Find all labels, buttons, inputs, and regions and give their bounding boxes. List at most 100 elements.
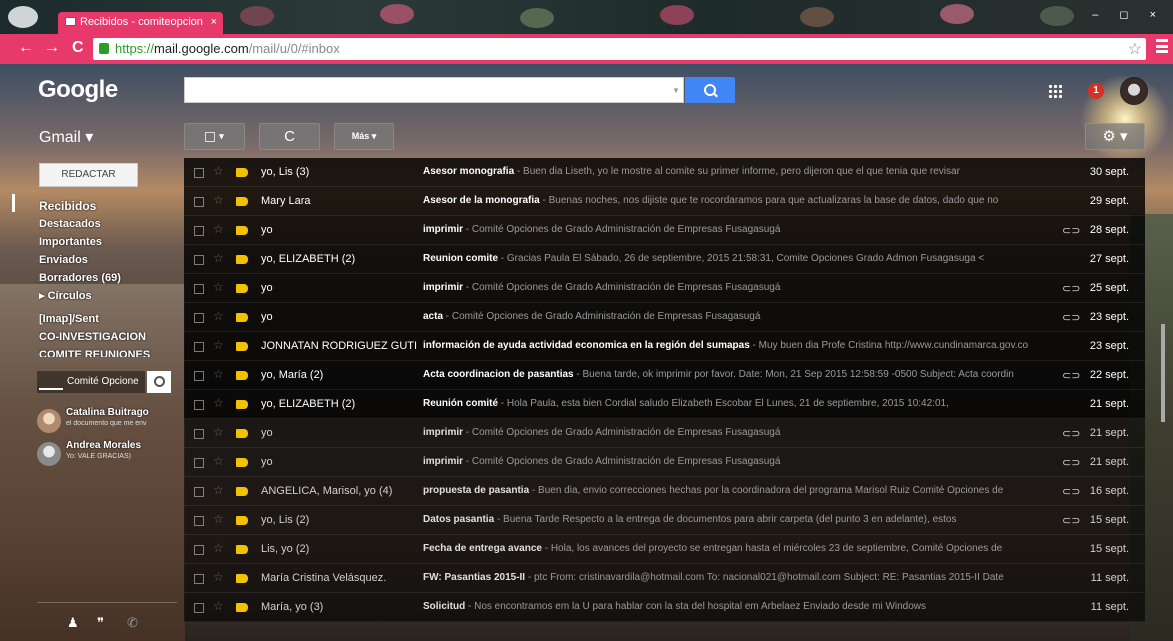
browser-tab-inbox[interactable]: Recibidos - comiteopcion × [58, 12, 223, 34]
message-row[interactable]: ☆ yo, ELIZABETH (2) Reunion comite - Graci… [184, 245, 1145, 274]
refresh-button[interactable]: C [259, 123, 320, 150]
bookmark-star-icon[interactable]: ☆ [1128, 39, 1142, 59]
nav-item-comite-reuniones[interactable]: COMITE REUNIONES [39, 346, 179, 357]
phone-icon[interactable]: ✆ [127, 615, 138, 631]
star-icon[interactable]: ☆ [213, 309, 224, 323]
star-icon[interactable]: ☆ [213, 251, 224, 265]
star-icon[interactable]: ☆ [213, 512, 224, 526]
star-icon[interactable]: ☆ [213, 193, 224, 207]
nav-item-co-investigacion[interactable]: CO-INVESTIGACION [39, 328, 179, 346]
message-row[interactable]: ☆ yo imprimir - Comité Opciones de Grado A… [184, 419, 1145, 448]
message-row[interactable]: ☆ yo imprimir - Comité Opciones de Grado A… [184, 216, 1145, 245]
star-icon[interactable]: ☆ [213, 367, 224, 381]
browser-profile-icon[interactable] [8, 6, 38, 28]
star-icon[interactable]: ☆ [213, 541, 224, 555]
nav-item-circles[interactable]: ▸ Círculos [39, 287, 179, 305]
apps-grid-icon[interactable] [1048, 84, 1062, 98]
row-checkbox[interactable] [194, 226, 204, 236]
account-avatar[interactable] [1120, 77, 1148, 105]
star-icon[interactable]: ☆ [213, 396, 224, 410]
row-checkbox[interactable] [194, 545, 204, 555]
compose-button[interactable]: REDACTAR [39, 163, 138, 187]
importance-marker-icon[interactable] [236, 255, 248, 264]
row-checkbox[interactable] [194, 342, 204, 352]
message-row[interactable]: ☆ JONNATAN RODRIGUEZ GUTI información de a… [184, 332, 1145, 361]
settings-gear-button[interactable]: ⚙ ▾ [1085, 123, 1145, 150]
row-checkbox[interactable] [194, 516, 204, 526]
tab-close-icon[interactable]: × [211, 16, 217, 28]
message-row[interactable]: ☆ yo acta - Comité Opciones de Grado Admin… [184, 303, 1145, 332]
gmail-app-switcher[interactable]: Gmail ▾ [39, 127, 93, 147]
importance-marker-icon[interactable] [236, 574, 248, 583]
chat-contact[interactable]: Catalina Buitrago el documento que me en… [37, 407, 177, 441]
search-button[interactable] [685, 77, 735, 103]
importance-marker-icon[interactable] [236, 226, 248, 235]
importance-marker-icon[interactable] [236, 487, 248, 496]
message-row[interactable]: ☆ yo, Lis (3) Asesor monografia - Buen dia… [184, 158, 1145, 187]
star-icon[interactable]: ☆ [213, 454, 224, 468]
message-list-scrollbar[interactable] [1161, 324, 1165, 422]
row-checkbox[interactable] [194, 429, 204, 439]
row-checkbox[interactable] [194, 255, 204, 265]
more-button[interactable]: Más ▾ [334, 123, 394, 150]
back-arrow-icon[interactable]: ← [18, 40, 34, 56]
message-row[interactable]: ☆ yo imprimir - Comité Opciones de Grado A… [184, 274, 1145, 303]
star-icon[interactable]: ☆ [213, 570, 224, 584]
row-checkbox[interactable] [194, 168, 204, 178]
nav-item-sent[interactable]: Enviados [39, 251, 179, 269]
hangouts-icon[interactable]: ❞ [97, 615, 104, 631]
star-icon[interactable]: ☆ [213, 338, 224, 352]
importance-marker-icon[interactable] [236, 545, 248, 554]
importance-marker-icon[interactable] [236, 313, 248, 322]
importance-marker-icon[interactable] [236, 284, 248, 293]
search-input[interactable] [184, 77, 684, 103]
nav-item-imap-sent[interactable]: [Imap]/Sent [39, 310, 179, 328]
star-icon[interactable]: ☆ [213, 164, 224, 178]
star-icon[interactable]: ☆ [213, 483, 224, 497]
row-checkbox[interactable] [194, 371, 204, 381]
star-icon[interactable]: ☆ [213, 425, 224, 439]
reload-icon[interactable]: C [72, 40, 84, 56]
chat-self-status[interactable]: Comité Opcione [37, 371, 145, 393]
forward-arrow-icon[interactable]: → [44, 40, 60, 56]
select-all-button[interactable]: ▾ [184, 123, 245, 150]
row-checkbox[interactable] [194, 197, 204, 207]
importance-marker-icon[interactable] [236, 429, 248, 438]
importance-marker-icon[interactable] [236, 516, 248, 525]
nav-item-inbox[interactable]: Recibidos [39, 197, 179, 215]
message-row[interactable]: ☆ yo, Lis (2) Datos pasantia - Buena Tarde… [184, 506, 1145, 535]
row-checkbox[interactable] [194, 284, 204, 294]
chat-contact[interactable]: Andrea Morales Yo: VALE GRACIAS) [37, 440, 177, 474]
importance-marker-icon[interactable] [236, 197, 248, 206]
message-row[interactable]: ☆ yo imprimir - Comité Opciones de Grado A… [184, 448, 1145, 477]
nav-item-important[interactable]: Importantes [39, 233, 179, 251]
row-checkbox[interactable] [194, 487, 204, 497]
message-row[interactable]: ☆ Mary Lara Asesor de la monografia - Buen… [184, 187, 1145, 216]
star-icon[interactable]: ☆ [213, 280, 224, 294]
address-bar[interactable]: https://mail.google.com/mail/u/0/#inbox … [93, 38, 1146, 60]
importance-marker-icon[interactable] [236, 168, 248, 177]
row-checkbox[interactable] [194, 313, 204, 323]
search-options-chevron-icon[interactable]: ▼ [672, 86, 680, 95]
google-logo[interactable]: Google [38, 76, 118, 104]
message-row[interactable]: ☆ María, yo (3) Solicitud - Nos encontramo… [184, 593, 1145, 622]
row-checkbox[interactable] [194, 458, 204, 468]
star-icon[interactable]: ☆ [213, 599, 224, 613]
nav-item-drafts[interactable]: Borradores (69) [39, 269, 179, 287]
window-controls[interactable]: – ◻ × [1092, 8, 1165, 21]
row-checkbox[interactable] [194, 574, 204, 584]
importance-marker-icon[interactable] [236, 400, 248, 409]
importance-marker-icon[interactable] [236, 371, 248, 380]
importance-marker-icon[interactable] [236, 603, 248, 612]
chat-search-icon[interactable] [147, 371, 171, 393]
message-row[interactable]: ☆ ANGELICA, Marisol, yo (4) propuesta de p… [184, 477, 1145, 506]
message-row[interactable]: ☆ yo, ELIZABETH (2) Reunión comité - Hola … [184, 390, 1145, 419]
message-row[interactable]: ☆ Lis, yo (2) Fecha de entrega avance - Ho… [184, 535, 1145, 564]
nav-item-starred[interactable]: Destacados [39, 215, 179, 233]
importance-marker-icon[interactable] [236, 342, 248, 351]
message-row[interactable]: ☆ María Cristina Velásquez. FW: Pasantias … [184, 564, 1145, 593]
importance-marker-icon[interactable] [236, 458, 248, 467]
browser-menu-icon[interactable] [1156, 39, 1168, 53]
person-icon[interactable]: ♟ [67, 615, 79, 631]
message-row[interactable]: ☆ yo, María (2) Acta coordinacion de pasan… [184, 361, 1145, 390]
